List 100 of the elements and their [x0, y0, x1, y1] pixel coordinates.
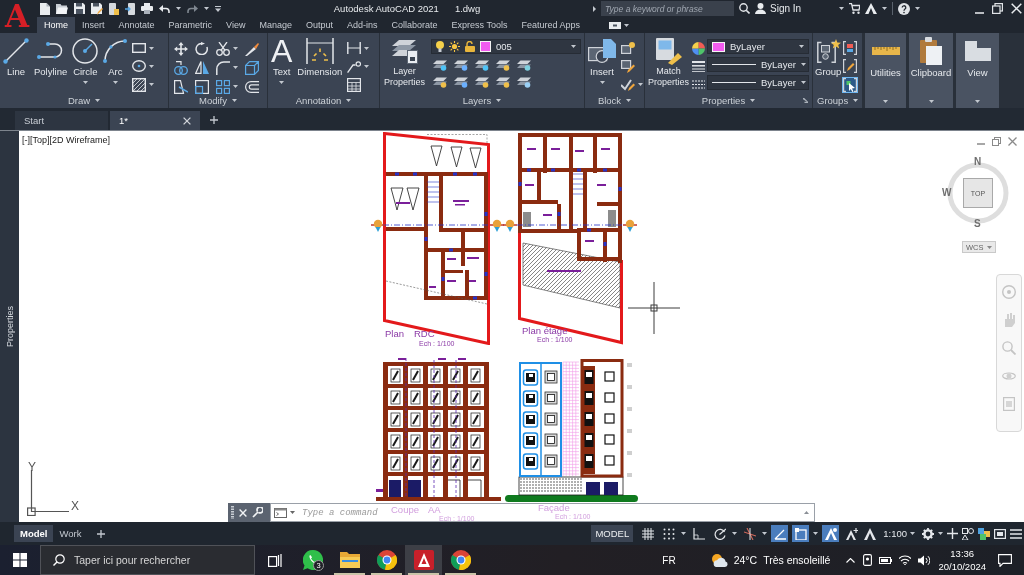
compass-letter[interactable]: S [974, 219, 981, 229]
rotate-icon[interactable] [195, 42, 208, 55]
fillet-icon[interactable] [216, 60, 230, 75]
layer-tool-icon[interactable] [454, 59, 468, 71]
group-edit-icon[interactable] [843, 59, 858, 74]
copy-icon[interactable] [174, 60, 188, 75]
save-as-icon[interactable] [91, 2, 103, 15]
grip-dots-icon[interactable] [231, 506, 234, 519]
speaker-icon[interactable] [918, 554, 931, 566]
caret-icon[interactable] [839, 7, 845, 10]
caret-icon[interactable] [233, 85, 238, 88]
leader-icon[interactable] [347, 59, 362, 74]
ribbon-tab[interactable]: Featured Apps [514, 17, 587, 33]
redo-icon[interactable] [187, 4, 198, 13]
layout-tab[interactable]: Work [53, 525, 88, 542]
caret-icon[interactable] [232, 98, 237, 102]
temperature-text[interactable]: 24°C [733, 554, 758, 566]
status-toggle-button[interactable] [741, 525, 759, 542]
caret-icon[interactable] [364, 65, 370, 68]
ribbon-tool-button[interactable]: Layer Properties [383, 36, 426, 92]
scale-icon[interactable] [195, 79, 209, 94]
ribbon-tab[interactable]: Express Tools [444, 17, 515, 33]
caret-icon[interactable] [732, 532, 738, 535]
caret-icon[interactable] [853, 98, 859, 102]
figure-icon[interactable] [864, 527, 877, 540]
lineweight-icon[interactable] [692, 61, 705, 72]
folder-icon[interactable] [56, 3, 68, 14]
caret-icon[interactable] [975, 100, 980, 103]
color-wheel-icon[interactable] [692, 41, 705, 55]
caret-icon[interactable] [279, 81, 285, 84]
linetype-dropdown[interactable]: ByLayer [707, 57, 809, 72]
scissors-icon[interactable] [216, 41, 230, 56]
annotation-scale-button[interactable]: 1:100 [883, 528, 915, 539]
ribbon-tab[interactable]: View [219, 17, 253, 33]
caret-icon[interactable] [112, 81, 118, 84]
ribbon-tab[interactable]: Collaborate [384, 17, 445, 33]
panel-title-button[interactable]: Properties [701, 94, 756, 106]
caret-icon[interactable] [882, 7, 888, 10]
model-space-button[interactable]: MODEL [591, 525, 634, 542]
screen-icon[interactable] [994, 528, 1006, 539]
plus-icon[interactable] [97, 529, 106, 538]
collapsed-panel-button[interactable]: View [956, 33, 999, 108]
offset-icon[interactable] [245, 80, 259, 93]
compass-letter[interactable]: N [974, 157, 982, 167]
command-line-handle[interactable] [228, 503, 270, 522]
caret-icon[interactable] [149, 83, 155, 87]
ribbon-tool-button[interactable]: A Text [271, 36, 293, 92]
caret-icon[interactable] [149, 65, 155, 68]
layer-tool-icon[interactable] [517, 76, 531, 88]
search-field[interactable]: Type a keyword or phrase [601, 1, 734, 16]
caret-icon[interactable] [599, 81, 605, 84]
panel-title-button[interactable]: Block [597, 94, 632, 106]
caret-icon[interactable] [638, 83, 643, 87]
caret-icon[interactable] [364, 46, 370, 50]
undo-icon[interactable] [159, 4, 170, 13]
command-input[interactable]: Type a command [302, 507, 382, 518]
file-tab[interactable]: 1* [110, 111, 200, 130]
viewport-controls-label[interactable]: [-][Top][2D Wireframe] [22, 135, 111, 145]
windows-logo-icon[interactable] [13, 553, 27, 567]
status-toggle-button[interactable] [843, 525, 861, 542]
restore-icon[interactable] [992, 3, 1003, 14]
taskbar-app-button[interactable] [405, 545, 442, 575]
properties-palette-bar[interactable]: Properties [0, 131, 19, 522]
caret-icon[interactable] [915, 7, 921, 10]
palette-title[interactable]: Properties [4, 306, 15, 347]
caret-icon[interactable] [571, 45, 576, 48]
search-icon[interactable] [739, 3, 750, 14]
ribbon-tab[interactable]: Manage [252, 17, 299, 33]
caret-icon[interactable] [95, 98, 101, 102]
help-icon[interactable] [898, 2, 911, 15]
ribbon-tab[interactable]: Output [298, 17, 340, 33]
wifi-icon[interactable] [899, 555, 912, 565]
stretch-icon[interactable] [174, 79, 188, 94]
linetype-icon[interactable] [692, 80, 705, 90]
caret-right-icon[interactable] [593, 5, 596, 12]
ribbon-tool-button[interactable]: Circle [72, 36, 99, 92]
caret-icon[interactable] [149, 46, 155, 50]
layer-tool-icon[interactable] [517, 59, 531, 71]
phone-upload-icon[interactable] [125, 2, 135, 15]
caret-icon[interactable] [290, 511, 295, 514]
status-toggle-button[interactable] [822, 525, 840, 542]
print-icon[interactable] [141, 3, 153, 14]
panel-title-button[interactable]: Draw [67, 94, 101, 106]
message-icon[interactable] [998, 553, 1012, 567]
wrench-icon[interactable] [252, 507, 263, 518]
plus-icon[interactable] [210, 116, 218, 124]
caret-icon[interactable] [82, 81, 88, 84]
caret-icon[interactable] [928, 100, 934, 103]
task-view-icon[interactable] [267, 553, 282, 567]
caret-icon[interactable] [204, 7, 209, 10]
chevron-up-icon[interactable] [846, 557, 856, 563]
dropdown-menu-icon[interactable] [215, 5, 221, 12]
language-indicator[interactable]: FR [662, 554, 676, 566]
ribbon-tool-button[interactable]: Dimension [297, 36, 343, 92]
hatch-icon[interactable] [132, 77, 147, 92]
caret-icon[interactable] [496, 98, 502, 102]
group-select-icon[interactable] [843, 77, 858, 92]
terminal-icon[interactable] [274, 507, 287, 518]
layout-tab[interactable]: Model [14, 525, 54, 542]
document-icon[interactable] [40, 2, 50, 15]
